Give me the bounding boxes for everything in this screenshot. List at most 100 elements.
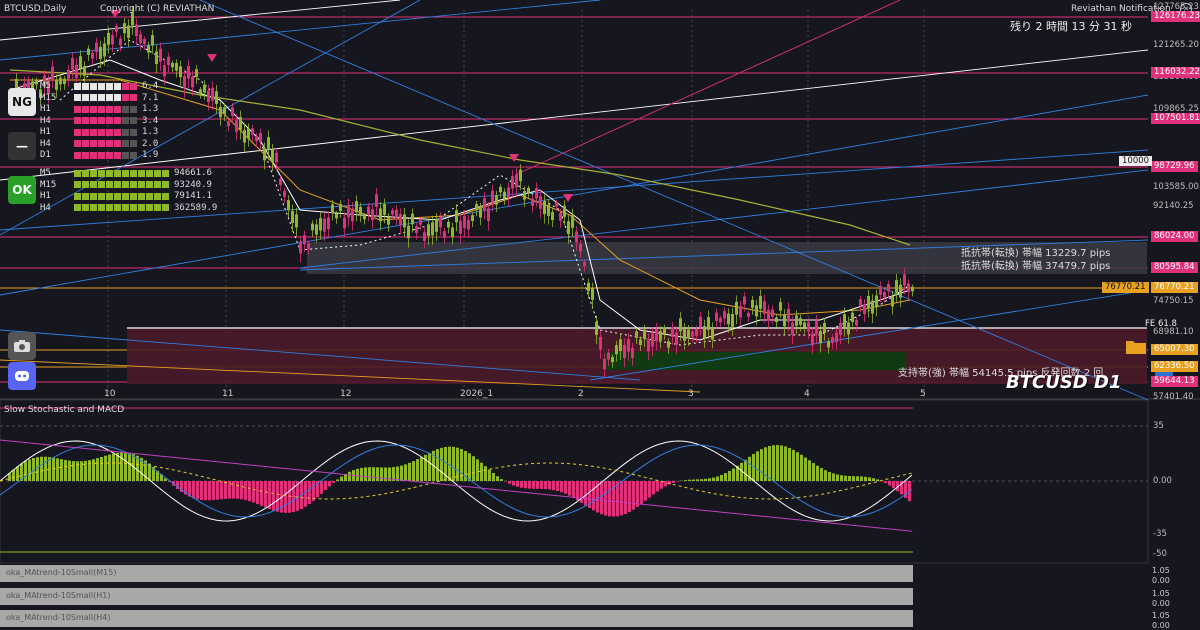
macd-bar bbox=[664, 481, 667, 487]
chart-canvas[interactable] bbox=[0, 0, 1200, 630]
macd-bar bbox=[592, 481, 595, 511]
macd-bar bbox=[700, 479, 703, 481]
candle-body bbox=[887, 284, 890, 292]
resistance-label-2: 抵抗帯(転換) 帯幅 37479.7 pips bbox=[961, 261, 1111, 272]
candle-body bbox=[623, 344, 626, 358]
price-level-tag: 59644.13 bbox=[1151, 376, 1198, 387]
date-label: 4 bbox=[804, 389, 810, 399]
candle-body bbox=[527, 187, 530, 193]
trend-strip bbox=[0, 610, 913, 627]
ng-signal-row: H1 1.3 bbox=[40, 104, 158, 114]
signal-cell bbox=[82, 151, 89, 159]
ng-value: 1.3 bbox=[142, 104, 159, 114]
trend-strip-top: 1.05 bbox=[1152, 566, 1170, 575]
symbol-watermark: BTCUSD D1 bbox=[1006, 372, 1122, 393]
dash-badge: — bbox=[8, 132, 36, 160]
candle-body bbox=[611, 356, 614, 363]
candle-body bbox=[215, 91, 218, 104]
ng-signal-row: D1 1.9 bbox=[40, 150, 158, 160]
signal-cell bbox=[98, 117, 105, 124]
candle-body bbox=[583, 261, 586, 267]
candle-body bbox=[831, 337, 834, 343]
candle-body bbox=[459, 220, 462, 234]
ng-timeframe: H1 bbox=[40, 104, 51, 114]
signal-cell bbox=[114, 151, 121, 159]
candle-body bbox=[523, 190, 526, 200]
candle-body bbox=[819, 330, 822, 344]
candle-body bbox=[75, 65, 78, 78]
date-label: 2026_1 bbox=[460, 389, 494, 399]
signal-cell bbox=[90, 151, 97, 159]
candle-body bbox=[571, 215, 574, 228]
candle-body bbox=[407, 225, 410, 239]
signal-cell bbox=[122, 128, 129, 136]
candle-body bbox=[723, 311, 726, 319]
macd-bar bbox=[504, 481, 507, 482]
macd-bar bbox=[124, 452, 127, 481]
macd-bar bbox=[524, 481, 527, 489]
candle-body bbox=[239, 117, 242, 130]
signal-cell bbox=[98, 94, 105, 101]
macd-bar bbox=[744, 459, 747, 481]
candle-body bbox=[247, 128, 250, 139]
candle-body bbox=[411, 213, 414, 225]
macd-bar bbox=[252, 481, 255, 503]
signal-cell bbox=[98, 128, 105, 136]
candle-body bbox=[499, 186, 502, 193]
price-level-tag: 98729.96 bbox=[1151, 161, 1198, 172]
folder-icon[interactable] bbox=[1122, 332, 1150, 360]
signal-cell bbox=[90, 94, 97, 101]
signal-cell bbox=[122, 117, 129, 124]
macd-bar bbox=[608, 481, 611, 517]
price-level-tag: 80595.84 bbox=[1151, 262, 1198, 273]
candle-body bbox=[231, 107, 234, 116]
macd-bar bbox=[756, 451, 759, 481]
candle-body bbox=[319, 218, 322, 231]
candle-body bbox=[359, 206, 362, 216]
candle-body bbox=[383, 203, 386, 215]
candle-body bbox=[391, 210, 394, 215]
macd-bar bbox=[852, 476, 855, 481]
macd-bar bbox=[536, 481, 539, 489]
candle-body bbox=[427, 224, 430, 237]
candle-body bbox=[871, 300, 874, 314]
candle-body bbox=[659, 331, 662, 341]
signal-cell bbox=[114, 192, 121, 200]
candle-body bbox=[307, 243, 310, 249]
signal-cell bbox=[106, 169, 113, 177]
macd-bar bbox=[328, 481, 331, 487]
candle-body bbox=[403, 214, 406, 228]
macd-bar bbox=[864, 476, 867, 481]
ok-timeframe: M5 bbox=[40, 168, 51, 178]
candle-body bbox=[275, 152, 278, 163]
macd-bar bbox=[104, 455, 107, 481]
candle-body bbox=[779, 302, 782, 311]
macd-bar bbox=[404, 464, 407, 481]
candle-body bbox=[863, 303, 866, 314]
macd-bar bbox=[100, 456, 103, 481]
ng-value: 2.0 bbox=[142, 138, 159, 149]
candle-body bbox=[219, 106, 222, 118]
candle-body bbox=[811, 333, 814, 346]
discord-icon[interactable] bbox=[8, 362, 36, 390]
trend-strip-label: oka_MAtrend-10Small(M15) bbox=[6, 568, 117, 577]
signal-cell bbox=[146, 169, 153, 177]
signal-cell bbox=[74, 128, 81, 136]
sub-axis-label: -35 bbox=[1153, 529, 1167, 539]
candle-body bbox=[143, 38, 146, 44]
signal-cell bbox=[98, 192, 105, 200]
macd-bar bbox=[548, 481, 551, 490]
signal-cell bbox=[74, 94, 81, 101]
signal-cell bbox=[130, 169, 137, 177]
signal-cell bbox=[82, 204, 89, 211]
macd-bar bbox=[716, 476, 719, 481]
camera-icon[interactable] bbox=[8, 332, 36, 360]
candle-body bbox=[771, 309, 774, 317]
axis-price: 92140.25 bbox=[1153, 201, 1194, 211]
macd-bar bbox=[260, 481, 263, 506]
candle-body bbox=[451, 227, 454, 237]
candle-body bbox=[131, 12, 134, 26]
candle-body bbox=[235, 120, 238, 132]
candle-body bbox=[147, 45, 150, 53]
candle-body bbox=[519, 169, 522, 182]
